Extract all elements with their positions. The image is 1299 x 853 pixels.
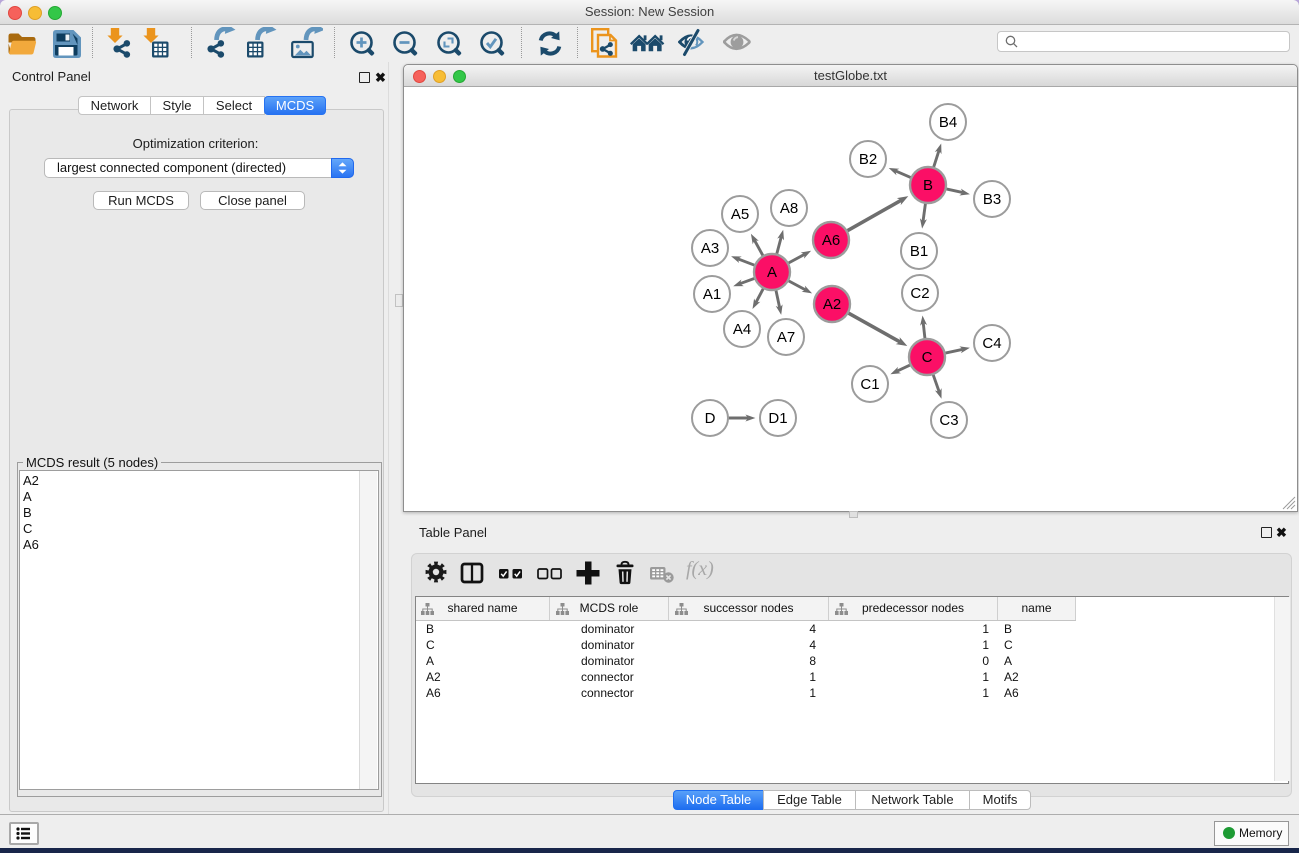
svg-text:A1: A1 xyxy=(703,286,721,303)
svg-text:C4: C4 xyxy=(982,335,1001,352)
svg-text:A6: A6 xyxy=(822,232,840,249)
svg-text:B: B xyxy=(923,177,933,194)
svg-text:A7: A7 xyxy=(777,329,795,346)
svg-text:B4: B4 xyxy=(939,114,957,131)
svg-text:B1: B1 xyxy=(910,243,928,260)
svg-text:C2: C2 xyxy=(910,285,929,302)
svg-text:D1: D1 xyxy=(768,410,787,427)
svg-text:A8: A8 xyxy=(780,200,798,217)
svg-text:A4: A4 xyxy=(733,321,751,338)
svg-text:C1: C1 xyxy=(860,376,879,393)
svg-text:B2: B2 xyxy=(859,151,877,168)
svg-text:C3: C3 xyxy=(939,412,958,429)
svg-text:A3: A3 xyxy=(701,240,719,257)
svg-text:A5: A5 xyxy=(731,206,749,223)
svg-text:C: C xyxy=(922,349,933,366)
svg-text:D: D xyxy=(705,410,716,427)
svg-text:B3: B3 xyxy=(983,191,1001,208)
svg-text:A: A xyxy=(767,264,777,281)
svg-text:A2: A2 xyxy=(823,296,841,313)
